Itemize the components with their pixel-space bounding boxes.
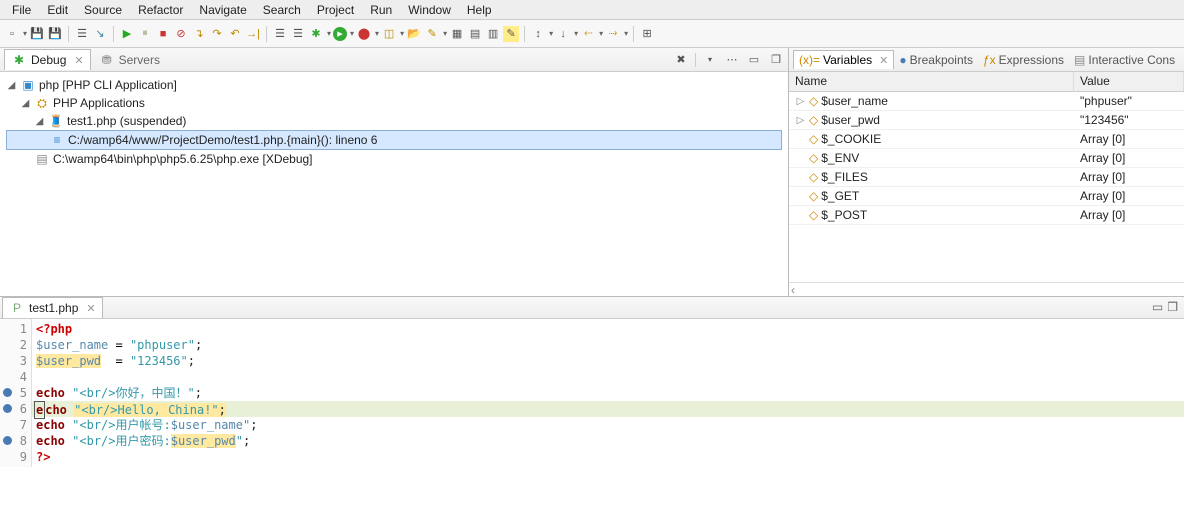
back-icon[interactable]: ⬸ (580, 26, 596, 42)
var-row[interactable]: ▷◇$user_pwd"123456" (789, 111, 1184, 130)
line-gutter[interactable]: 123456789 (0, 319, 32, 467)
main-toolbar: ▫▾ 💾 💾 ☰ ↘ ▶ ⏸ ■ ⊘ ↴ ↷ ↶ →| ☰ ☰ ✱▾ ▸▾ ⬤▾… (0, 20, 1184, 48)
debug-toolbar: ✖ ▾ ⋯ ▭ ❐ (673, 52, 784, 68)
menu-item-source[interactable]: Source (76, 2, 130, 17)
tab-breakpoints[interactable]: ● Breakpoints (894, 51, 978, 69)
list2-icon[interactable]: ☰ (290, 26, 306, 42)
menu-item-refactor[interactable]: Refactor (130, 2, 191, 17)
close-icon[interactable]: ✕ (74, 54, 83, 67)
tree-icon[interactable]: ⋯ (724, 52, 740, 68)
menu-item-search[interactable]: Search (255, 2, 309, 17)
hl-icon[interactable]: ✎ (503, 26, 519, 42)
debug-tree: ◢▣ php [PHP CLI Application] ◢⛭ PHP Appl… (0, 72, 788, 296)
runtoline-icon[interactable]: →| (245, 26, 261, 42)
php-file-icon: P (9, 300, 25, 316)
menu-item-file[interactable]: File (4, 2, 39, 17)
ext-icon[interactable]: ⬤ (356, 26, 372, 42)
server-icon: ⛃ (99, 52, 115, 68)
var-row[interactable]: ◇$_GETArray [0] (789, 187, 1184, 206)
max-icon[interactable]: ❐ (768, 52, 784, 68)
min-icon[interactable]: ▭ (1152, 300, 1163, 314)
disconnect-icon[interactable]: ⊘ (173, 26, 189, 42)
var-row[interactable]: ◇$_POSTArray [0] (789, 206, 1184, 225)
editor-tab[interactable]: P test1.php ✕ (2, 297, 103, 318)
grid-icon[interactable]: ⊞ (639, 26, 655, 42)
stepover-icon[interactable]: ↷ (209, 26, 225, 42)
resume-icon[interactable]: ▶ (119, 26, 135, 42)
cons-icon: ▤ (1074, 53, 1085, 67)
menu-item-navigate[interactable]: Navigate (191, 2, 254, 17)
browser-icon[interactable]: ▦ (449, 26, 465, 42)
sql-icon[interactable]: ▤ (467, 26, 483, 42)
var-row[interactable]: ◇$_ENVArray [0] (789, 149, 1184, 168)
saveall-icon[interactable]: 💾 (47, 26, 63, 42)
down-icon[interactable]: ↓ (555, 26, 571, 42)
run-icon[interactable]: ▸ (333, 27, 347, 41)
tree-frame[interactable]: ≡ C:/wamp64/www/ProjectDemo/test1.php.{m… (6, 130, 782, 150)
term-icon[interactable]: ▥ (485, 26, 501, 42)
close-icon[interactable]: ✕ (86, 302, 95, 315)
code-editor[interactable]: <?php$user_name = "phpuser";$user_pwd = … (32, 319, 1184, 467)
tree-thread[interactable]: ◢🧵 test1.php (suspended) (6, 112, 782, 130)
list-icon[interactable]: ☰ (272, 26, 288, 42)
expr-icon: ƒx (983, 53, 996, 67)
cursor-icon[interactable]: ↘ (92, 26, 108, 42)
terminate-icon[interactable]: ■ (155, 26, 171, 42)
new-icon[interactable]: ▫ (4, 26, 20, 42)
fwd-icon[interactable]: ⤑ (605, 26, 621, 42)
stepreturn-icon[interactable]: ↶ (227, 26, 243, 42)
tab-debug[interactable]: ✱ Debug ✕ (4, 49, 91, 70)
bp-icon: ● (899, 53, 906, 67)
var-row[interactable]: ◇$_FILESArray [0] (789, 168, 1184, 187)
toggle-icon[interactable]: ☰ (74, 26, 90, 42)
tab-servers[interactable]: ⛃ Servers (93, 50, 166, 70)
variables-pane: (x)= Variables ✕ ● Breakpoints ƒx Expres… (789, 48, 1184, 296)
close-icon[interactable]: ✕ (879, 54, 888, 67)
remove-icon[interactable]: ✖ (673, 52, 689, 68)
debug-tab-label: Debug (31, 53, 66, 67)
var-row[interactable]: ◇$_COOKIEArray [0] (789, 130, 1184, 149)
bug-icon: ✱ (11, 52, 27, 68)
suspend-icon[interactable]: ⏸ (137, 26, 153, 42)
menu-item-project[interactable]: Project (309, 2, 362, 17)
stepinto-icon[interactable]: ↴ (191, 26, 207, 42)
menu-item-window[interactable]: Window (400, 2, 459, 17)
var-header: Name Value (789, 72, 1184, 92)
var-icon: (x)= (799, 53, 820, 67)
save-icon[interactable]: 💾 (29, 26, 45, 42)
editor-area: P test1.php ✕ ▭ ❐ 123456789 <?php$user_n… (0, 296, 1184, 467)
menu-item-run[interactable]: Run (362, 2, 400, 17)
tab-expressions[interactable]: ƒx Expressions (978, 51, 1069, 69)
wand-icon[interactable]: ✎ (424, 26, 440, 42)
box-icon[interactable]: ◫ (381, 26, 397, 42)
menu-item-help[interactable]: Help (459, 2, 500, 17)
var-row[interactable]: ▷◇$user_name"phpuser" (789, 92, 1184, 111)
tree-exe[interactable]: ▤ C:\wamp64\bin\php\php5.6.25\php.exe [X… (6, 150, 782, 168)
menu-icon[interactable]: ▾ (702, 52, 718, 68)
max-icon[interactable]: ❐ (1167, 300, 1178, 314)
menu-item-edit[interactable]: Edit (39, 2, 76, 17)
servers-tab-label: Servers (119, 53, 160, 67)
tree-app[interactable]: ◢⛭ PHP Applications (6, 94, 782, 112)
bug-icon[interactable]: ✱ (308, 26, 324, 42)
folder-icon[interactable]: 📂 (406, 26, 422, 42)
tree-root[interactable]: ◢▣ php [PHP CLI Application] (6, 76, 782, 94)
tab-variables[interactable]: (x)= Variables ✕ (793, 50, 894, 69)
debug-pane: ✱ Debug ✕ ⛃ Servers ✖ ▾ ⋯ ▭ ❐ ◢▣ php [PH… (0, 48, 789, 296)
up-icon[interactable]: ↕ (530, 26, 546, 42)
tab-interactive[interactable]: ▤ Interactive Cons (1069, 51, 1180, 69)
menubar: FileEditSourceRefactorNavigateSearchProj… (0, 0, 1184, 20)
min-icon[interactable]: ▭ (746, 52, 762, 68)
